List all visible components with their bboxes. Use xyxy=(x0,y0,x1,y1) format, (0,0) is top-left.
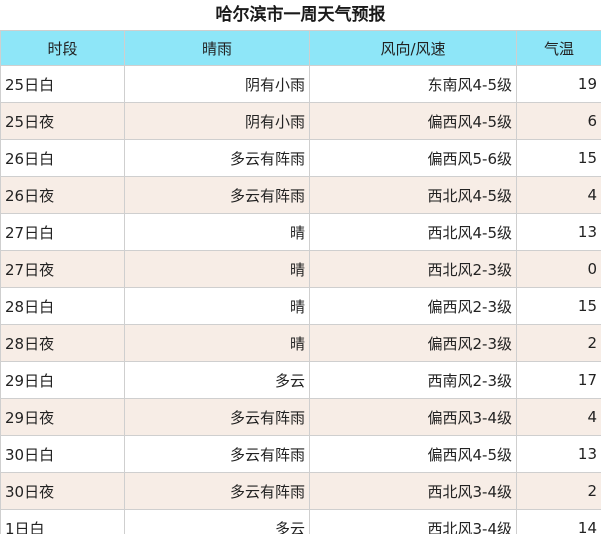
table-row: 27日夜晴西北风2-3级 0 xyxy=(0,250,601,288)
temperature-cell: 17 xyxy=(516,361,601,399)
table-row: 26日白 多云有阵雨 偏西风5-6级 15 xyxy=(0,139,601,177)
weather-cell: 多云有阵雨 xyxy=(124,398,310,436)
column-header-wind: 风向/风速 xyxy=(309,30,517,66)
weather-cell: 多云有阵雨 xyxy=(124,139,310,177)
period-cell: 1日白 xyxy=(0,509,125,534)
wind-cell: 偏西风4-5级 xyxy=(309,435,517,473)
header-row: 时段 晴雨 风向/风速 气温 xyxy=(0,30,601,66)
table-row: 27日白晴西北风4-5级 13 xyxy=(0,213,601,251)
wind-cell: 西北风4-5级 xyxy=(309,176,517,214)
table-row: 1日白 多云 西北风3-4级 14 xyxy=(0,509,601,534)
table-row: 30日白 多云有阵雨 偏西风4-5级 13 xyxy=(0,435,601,473)
weather-cell: 阴有小雨 xyxy=(124,102,310,140)
wind-cell: 西北风2-3级 xyxy=(309,250,517,288)
period-cell: 30日白 xyxy=(0,435,125,473)
temperature-cell: 4 xyxy=(516,176,601,214)
temperature-cell: 14 xyxy=(516,509,601,534)
table-row: 28日白晴偏西风2-3级 15 xyxy=(0,287,601,325)
weather-cell: 晴 xyxy=(124,287,310,325)
weather-cell: 多云有阵雨 xyxy=(124,176,310,214)
period-cell: 25日白 xyxy=(0,65,125,103)
weather-cell: 晴 xyxy=(124,250,310,288)
temperature-cell: 13 xyxy=(516,435,601,473)
temperature-cell: 13 xyxy=(516,213,601,251)
table-row: 25日白 阴有小雨 东南风4-5级 19 xyxy=(0,65,601,103)
wind-cell: 偏西风4-5级 xyxy=(309,102,517,140)
weather-cell: 多云有阵雨 xyxy=(124,472,310,510)
column-header-weather: 晴雨 xyxy=(124,30,310,66)
column-header-temperature: 气温 xyxy=(516,30,601,66)
table-body: 25日白 阴有小雨 东南风4-5级 19 25日夜 阴有小雨 偏西风4-5级 6 26日白 多云有… xyxy=(0,65,601,534)
wind-cell: 东南风4-5级 xyxy=(309,65,517,103)
period-cell: 29日白 xyxy=(0,361,125,399)
table-row: 30日夜 多云有阵雨 西北风3-4级 2 xyxy=(0,472,601,510)
wind-cell: 西北风3-4级 xyxy=(309,509,517,534)
period-cell: 28日白 xyxy=(0,287,125,325)
temperature-cell: 19 xyxy=(516,65,601,103)
column-header-period: 时段 xyxy=(0,30,125,66)
table-row: 29日白 多云 西南风2-3级 17 xyxy=(0,361,601,399)
wind-cell: 西北风3-4级 xyxy=(309,472,517,510)
temperature-cell: 2 xyxy=(516,472,601,510)
page-title: 哈尔滨市一周天气预报 xyxy=(215,5,386,25)
period-cell: 27日夜 xyxy=(0,250,125,288)
temperature-cell: 6 xyxy=(516,102,601,140)
period-cell: 26日夜 xyxy=(0,176,125,214)
period-cell: 26日白 xyxy=(0,139,125,177)
table-header: 时段 晴雨 风向/风速 气温 xyxy=(0,30,601,66)
period-cell: 30日夜 xyxy=(0,472,125,510)
period-cell: 27日白 xyxy=(0,213,125,251)
wind-cell: 偏西风5-6级 xyxy=(309,139,517,177)
weather-cell: 阴有小雨 xyxy=(124,65,310,103)
temperature-cell: 15 xyxy=(516,287,601,325)
period-cell: 29日夜 xyxy=(0,398,125,436)
weather-cell: 多云有阵雨 xyxy=(124,435,310,473)
wind-cell: 西南风2-3级 xyxy=(309,361,517,399)
wind-cell: 西北风4-5级 xyxy=(309,213,517,251)
wind-cell: 偏西风3-4级 xyxy=(309,398,517,436)
weather-cell: 多云 xyxy=(124,509,310,534)
table-row: 25日夜 阴有小雨 偏西风4-5级 6 xyxy=(0,102,601,140)
wind-cell: 偏西风2-3级 xyxy=(309,287,517,325)
table-row: 29日夜 多云有阵雨 偏西风3-4级 4 xyxy=(0,398,601,436)
table-row: 26日夜 多云有阵雨 西北风4-5级 4 xyxy=(0,176,601,214)
weather-table: 时段 晴雨 风向/风速 气温 25日白 阴有小雨 东南风4-5级 19 25日夜 阴有小雨… xyxy=(0,30,601,534)
temperature-cell: 4 xyxy=(516,398,601,436)
temperature-cell: 2 xyxy=(516,324,601,362)
weather-cell: 多云 xyxy=(124,361,310,399)
weather-cell: 晴 xyxy=(124,324,310,362)
weather-cell: 晴 xyxy=(124,213,310,251)
wind-cell: 偏西风2-3级 xyxy=(309,324,517,362)
period-cell: 28日夜 xyxy=(0,324,125,362)
temperature-cell: 0 xyxy=(516,250,601,288)
temperature-cell: 15 xyxy=(516,139,601,177)
period-cell: 25日夜 xyxy=(0,102,125,140)
table-row: 28日夜晴偏西风2-3级 2 xyxy=(0,324,601,362)
